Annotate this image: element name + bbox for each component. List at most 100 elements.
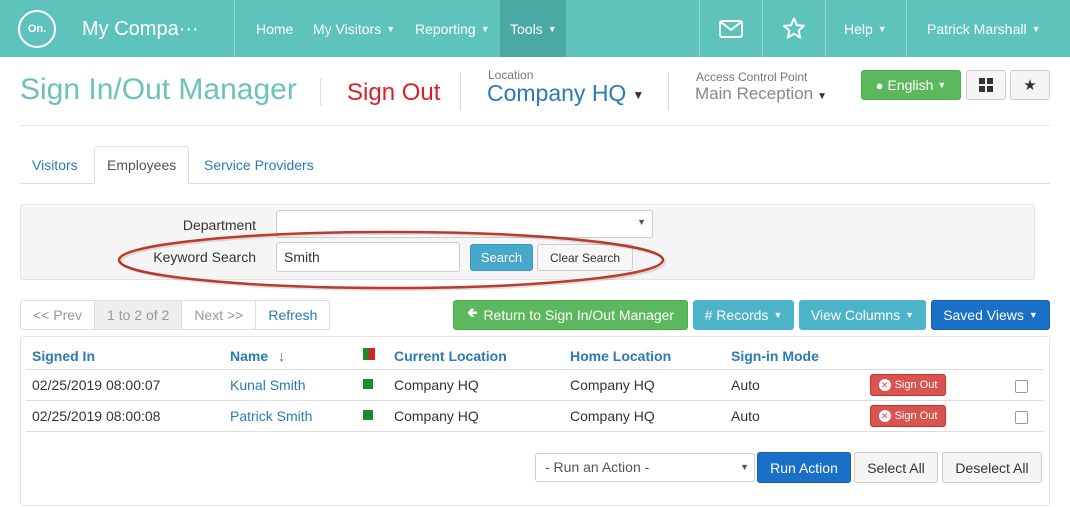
nav-reporting-label: Reporting [415, 20, 476, 37]
col-sign-in-mode[interactable]: Sign-in Mode [731, 348, 819, 364]
row-sign-out-button[interactable]: ✕ Sign Out [870, 374, 946, 396]
caret-down-icon: ▼ [632, 87, 645, 102]
header-divider [320, 78, 321, 106]
caret-down-icon: ▼ [1031, 23, 1041, 34]
caret-down-icon: ▼ [480, 23, 490, 34]
status-green-icon [363, 379, 373, 389]
close-circle-icon: ✕ [878, 379, 891, 391]
nav-home[interactable]: Home [256, 0, 293, 57]
nav-divider [234, 0, 235, 57]
next-page-button[interactable]: Next >> [182, 301, 257, 329]
records-label: # Records [704, 307, 769, 323]
tab-visitors[interactable]: Visitors [20, 146, 90, 184]
caret-down-icon: ▼ [547, 23, 557, 34]
access-control-point-dropdown[interactable]: Main Reception ▼ [695, 84, 827, 104]
arrow-left-icon: 🢀 [466, 305, 478, 320]
mail-icon[interactable] [700, 0, 762, 57]
header-divider [460, 72, 461, 110]
view-columns-dropdown[interactable]: View Columns ▼ [799, 300, 926, 330]
row-sign-out-button[interactable]: ✕ Sign Out [870, 405, 946, 427]
saved-views-dropdown[interactable]: Saved Views ▼ [931, 300, 1050, 330]
nav-user-label: Patrick Marshall [927, 20, 1027, 37]
status-green-icon [363, 410, 373, 420]
table-row-divider [26, 431, 1044, 432]
nav-reporting[interactable]: Reporting ▼ [415, 0, 490, 57]
nav-my-visitors[interactable]: My Visitors ▼ [313, 0, 395, 57]
nav-divider [906, 0, 907, 57]
clear-search-button[interactable]: Clear Search [537, 244, 633, 271]
star-icon[interactable] [763, 0, 825, 57]
sort-down-icon: ↓ [278, 348, 286, 364]
keyword-search-label: Keyword Search [153, 249, 256, 265]
access-control-point-value: Main Reception [695, 84, 814, 103]
nav-user-menu[interactable]: Patrick Marshall ▼ [927, 0, 1041, 57]
mode-sign-out: Sign Out [347, 79, 441, 106]
tab-employees[interactable]: Employees [94, 146, 190, 184]
row-checkbox[interactable] [1015, 411, 1028, 424]
header-separator [20, 125, 1050, 126]
page-range: 1 to 2 of 2 [95, 301, 183, 329]
employee-name-link[interactable]: Kunal Smith [230, 377, 305, 393]
tab-visitors-label: Visitors [32, 157, 78, 173]
signed-in-cell: 02/25/2019 08:00:07 [32, 377, 161, 393]
caret-down-icon: ▼ [817, 91, 828, 102]
view-columns-label: View Columns [810, 307, 901, 323]
prev-page-button[interactable]: << Prev [21, 301, 96, 329]
refresh-button[interactable]: Refresh [256, 301, 329, 329]
location-dropdown[interactable]: Company HQ ▼ [487, 80, 644, 107]
row-sign-out-label: Sign Out [894, 379, 938, 391]
status-color-icon [363, 348, 375, 360]
caret-down-icon: ▼ [1028, 310, 1038, 320]
col-name-label: Name [230, 348, 269, 364]
tab-service-providers[interactable]: Service Providers [192, 146, 326, 184]
location-value: Company HQ [487, 80, 627, 106]
col-current-location[interactable]: Current Location [394, 348, 507, 364]
search-button[interactable]: Search [470, 244, 533, 271]
tab-employees-label: Employees [107, 157, 177, 173]
logo-text: On. [27, 23, 47, 35]
signed-in-cell: 02/25/2019 08:00:08 [32, 408, 161, 424]
col-name[interactable]: Name ↓ [230, 348, 285, 364]
caret-down-icon: ▼ [773, 310, 783, 320]
employee-name-link[interactable]: Patrick Smith [230, 408, 312, 424]
grid-view-button[interactable] [966, 70, 1006, 100]
grid-icon [979, 78, 993, 92]
nav-tools-label: Tools [510, 20, 543, 37]
nav-my-visitors-label: My Visitors [313, 20, 382, 37]
close-circle-icon: ✕ [878, 410, 891, 422]
access-control-point-label: Access Control Point [696, 70, 808, 84]
col-signed-in[interactable]: Signed In [32, 348, 95, 364]
nav-home-label: Home [256, 20, 294, 37]
company-name[interactable]: My Compa··· [82, 18, 199, 41]
row-sign-out-label: Sign Out [894, 410, 938, 422]
favorite-button[interactable]: ★ [1010, 70, 1050, 100]
nav-help[interactable]: Help ▼ [844, 0, 887, 57]
tab-service-providers-label: Service Providers [204, 157, 314, 173]
saved-views-label: Saved Views [943, 307, 1024, 323]
keyword-search-input[interactable]: Smith [276, 242, 460, 272]
caret-down-icon: ▼ [937, 80, 947, 90]
col-home-location[interactable]: Home Location [570, 348, 671, 364]
return-to-manager-button[interactable]: 🢀 Return to Sign In/Out Manager [453, 300, 688, 330]
company-logo[interactable]: On. [18, 10, 56, 48]
run-action-button[interactable]: Run Action [757, 452, 851, 483]
department-select[interactable]: ▼ [276, 210, 653, 238]
sign-in-mode-cell: Auto [731, 377, 760, 393]
run-action-value: - Run an Action - [545, 459, 650, 475]
home-location-cell: Company HQ [570, 377, 655, 393]
sign-in-mode-cell: Auto [731, 408, 760, 424]
current-location-cell: Company HQ [394, 377, 479, 393]
top-navbar: On. My Compa··· Home My Visitors ▼ Report… [0, 0, 1070, 57]
records-dropdown[interactable]: # Records ▼ [693, 300, 794, 330]
row-checkbox[interactable] [1015, 380, 1028, 393]
nav-tools[interactable]: Tools ▼ [500, 0, 566, 57]
run-action-select[interactable]: - Run an Action - ▼ [535, 453, 755, 482]
caret-down-icon: ▼ [877, 23, 887, 34]
current-location-cell: Company HQ [394, 408, 479, 424]
department-label: Department [182, 217, 256, 233]
return-label: Return to Sign In/Out Manager [483, 307, 675, 323]
select-all-button[interactable]: Select All [854, 452, 938, 483]
language-button[interactable]: ● English ▼ [861, 70, 961, 100]
star-icon: ★ [1023, 77, 1037, 94]
deselect-all-button[interactable]: Deselect All [942, 452, 1042, 483]
